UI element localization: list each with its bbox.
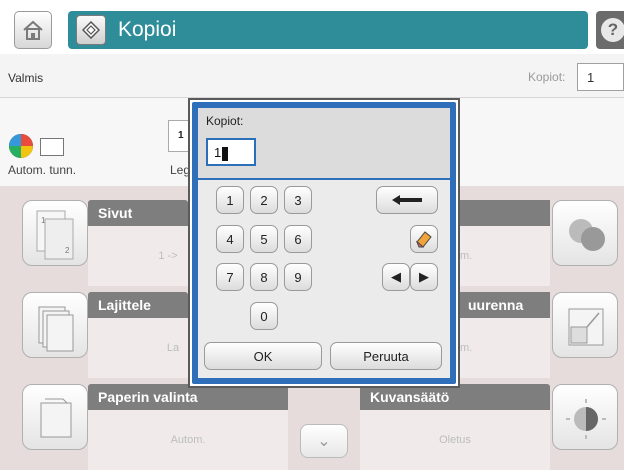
color-mode-label: Autom. tunn.: [8, 163, 77, 177]
tile-value: Autom.: [88, 410, 288, 470]
copies-input[interactable]: 1: [206, 138, 256, 166]
color-mode-icon[interactable]: [8, 133, 34, 159]
svg-text:2: 2: [65, 246, 70, 255]
key-8[interactable]: 8: [250, 263, 278, 291]
paper-select-icon[interactable]: [22, 384, 88, 450]
cancel-button[interactable]: Peruuta: [330, 342, 442, 370]
key-0[interactable]: 0: [250, 302, 278, 330]
backspace-button[interactable]: [376, 186, 438, 214]
cursor-left-button[interactable]: ◀: [382, 263, 410, 291]
title-bar: Kopioi: [68, 11, 588, 49]
tile-paper-select[interactable]: Paperin valinta Autom.: [88, 384, 288, 470]
header: Kopioi ?: [0, 0, 624, 54]
key-3[interactable]: 3: [284, 186, 312, 214]
tile-value: m.: [458, 318, 550, 378]
copies-field[interactable]: 1: [577, 63, 624, 91]
ok-button[interactable]: OK: [204, 342, 322, 370]
status-text: Valmis: [8, 71, 44, 85]
image-adjust-icon[interactable]: [552, 384, 618, 450]
tile-reduce-enlarge[interactable]: uurenna m.: [458, 292, 550, 378]
copy-icon: [76, 15, 106, 45]
key-7[interactable]: 7: [216, 263, 244, 291]
home-button[interactable]: [14, 11, 52, 49]
tile-sides[interactable]: Sivut 1 ->: [88, 200, 188, 286]
home-icon: [23, 20, 43, 40]
tile-value: 1 ->: [88, 226, 188, 286]
key-6[interactable]: 6: [284, 225, 312, 253]
tile-value: La: [88, 318, 188, 378]
sides-icon[interactable]: 1 2: [22, 200, 88, 266]
arrow-right-icon: ▶: [419, 269, 429, 284]
help-icon: ?: [601, 18, 624, 42]
tile-collate[interactable]: Lajittele La: [88, 292, 188, 378]
chevron-down-icon: ⌄: [317, 433, 331, 450]
text-cursor: [222, 146, 229, 161]
color-icon[interactable]: [552, 200, 618, 266]
tile-value: m.: [458, 226, 550, 286]
tile-image-adjust[interactable]: Kuvansäätö Oletus: [360, 384, 550, 470]
eraser-icon: [415, 231, 432, 248]
key-5[interactable]: 5: [250, 225, 278, 253]
dialog-label: Kopiot:: [206, 114, 244, 128]
copies-input-value: 1: [214, 145, 222, 160]
help-button[interactable]: ?: [596, 11, 624, 49]
tile-title: [458, 200, 550, 226]
sides-thumbnail: 1: [168, 120, 190, 152]
status-row: Valmis Kopiot: 1: [0, 54, 624, 98]
reduce-enlarge-icon[interactable]: [552, 292, 618, 358]
tile-value: Oletus: [360, 410, 550, 470]
cursor-right-button[interactable]: ▶: [410, 263, 438, 291]
copies-label: Kopiot:: [528, 70, 566, 84]
key-9[interactable]: 9: [284, 263, 312, 291]
scroll-down-button[interactable]: ⌄: [300, 424, 348, 458]
tile-title: uurenna: [458, 292, 550, 318]
key-2[interactable]: 2: [250, 186, 278, 214]
page-title: Kopioi: [118, 18, 177, 41]
collate-icon[interactable]: [22, 292, 88, 358]
key-4[interactable]: 4: [216, 225, 244, 253]
key-1[interactable]: 1: [216, 186, 244, 214]
orientation-icon: [40, 138, 64, 156]
backspace-arrow-icon: [392, 195, 422, 205]
tile-color[interactable]: m.: [458, 200, 550, 286]
arrow-left-icon: ◀: [391, 269, 401, 284]
tile-title: Lajittele: [88, 292, 188, 318]
clear-button[interactable]: [410, 225, 438, 253]
tile-title: Sivut: [88, 200, 188, 226]
